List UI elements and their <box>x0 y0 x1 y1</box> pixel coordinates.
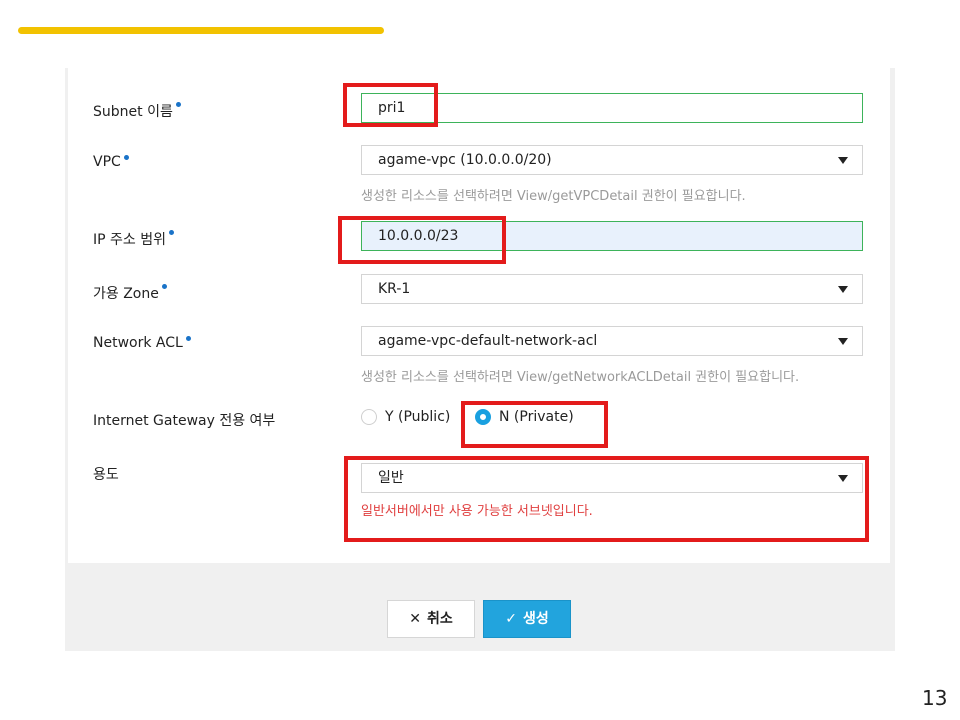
radio-circle <box>361 409 377 425</box>
igw-radio-public[interactable]: Y (Public) <box>361 409 450 425</box>
chevron-down-icon <box>838 338 848 345</box>
igw-radio-public-label: Y (Public) <box>385 409 451 425</box>
chevron-down-icon <box>838 157 848 164</box>
page-number: 13 <box>922 686 948 710</box>
vpc-hint: 생성한 리소스를 선택하려면 View/getVPCDetail 권한이 필요합… <box>361 189 746 204</box>
network-acl-hint: 생성한 리소스를 선택하려면 View/getNetworkACLDetail … <box>361 370 800 385</box>
vpc-label-text: VPC <box>93 154 121 170</box>
subnet-name-label: Subnet 이름 <box>93 101 181 121</box>
highlight-box-subnet-name <box>343 83 438 127</box>
zone-label-text: 가용 Zone <box>93 286 159 302</box>
vpc-select[interactable]: agame-vpc (10.0.0.0/20) <box>361 145 863 175</box>
zone-select[interactable]: KR-1 <box>361 274 863 304</box>
highlight-box-igw-private <box>461 401 608 448</box>
zone-label: 가용 Zone <box>93 283 167 303</box>
required-indicator <box>123 155 129 160</box>
network-acl-label: Network ACL <box>93 335 191 351</box>
vpc-select-value: agame-vpc (10.0.0.0/20) <box>378 152 552 168</box>
igw-label: Internet Gateway 전용 여부 <box>93 413 276 429</box>
network-acl-select[interactable]: agame-vpc-default-network-acl <box>361 326 863 356</box>
usage-label: 용도 <box>93 467 119 483</box>
highlight-box-ip-range <box>338 216 506 264</box>
subnet-name-label-text: Subnet 이름 <box>93 104 173 120</box>
ip-range-label-text: IP 주소 범위 <box>93 232 166 248</box>
ip-range-label: IP 주소 범위 <box>93 229 174 249</box>
network-acl-label-text: Network ACL <box>93 335 183 351</box>
check-icon: ✓ <box>505 611 517 627</box>
close-icon: ✕ <box>409 611 421 627</box>
vpc-label: VPC <box>93 154 129 170</box>
create-button[interactable]: ✓ 생성 <box>483 600 571 638</box>
required-indicator <box>185 336 191 341</box>
required-indicator <box>161 284 167 289</box>
network-acl-select-value: agame-vpc-default-network-acl <box>378 333 598 349</box>
required-indicator <box>169 230 174 235</box>
required-indicator <box>175 102 181 107</box>
title-accent-bar <box>18 27 384 34</box>
highlight-box-usage <box>344 456 869 542</box>
cancel-button[interactable]: ✕ 취소 <box>387 600 475 638</box>
cancel-button-label: 취소 <box>426 611 453 627</box>
chevron-down-icon <box>838 286 848 293</box>
create-button-label: 생성 <box>522 611 549 627</box>
zone-select-value: KR-1 <box>378 281 411 297</box>
